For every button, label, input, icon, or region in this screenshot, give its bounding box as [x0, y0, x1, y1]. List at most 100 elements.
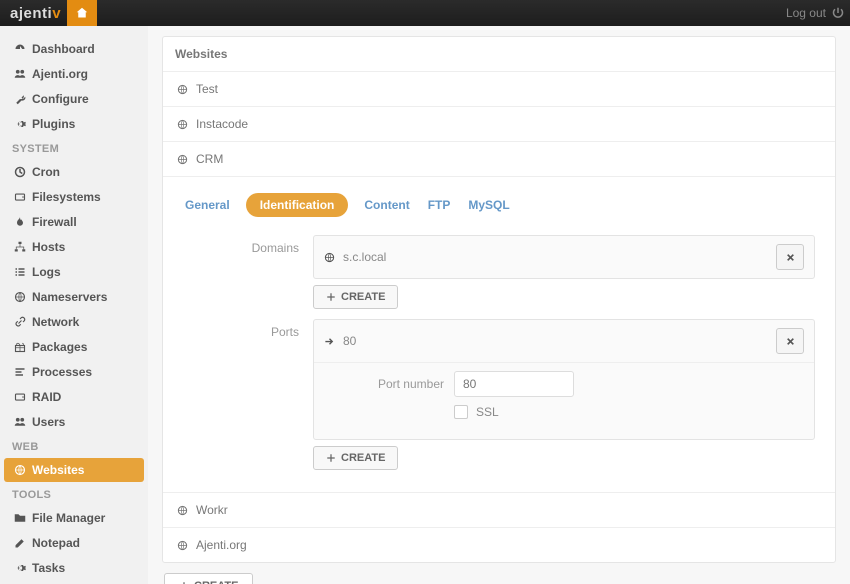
- sidebar-item-tasks[interactable]: Tasks: [4, 556, 144, 580]
- domain-item[interactable]: s.c.local: [314, 236, 814, 278]
- footer-buttons: CREATE: [162, 563, 836, 584]
- site-row[interactable]: Instacode: [163, 107, 835, 142]
- sidebar-item-dashboard[interactable]: Dashboard: [4, 37, 144, 61]
- tab-identification[interactable]: Identification: [246, 193, 349, 217]
- sidebar-item-label: Network: [32, 315, 79, 329]
- delete-domain-button[interactable]: [776, 244, 804, 270]
- sidebar-item-file-manager[interactable]: File Manager: [4, 506, 144, 530]
- globe-icon: [324, 252, 335, 263]
- users-icon: [14, 68, 26, 80]
- port-subform: Port number SSL: [314, 362, 814, 439]
- site-row[interactable]: Workr: [163, 493, 835, 528]
- edit-icon: [14, 537, 26, 549]
- site-name: Instacode: [196, 117, 248, 131]
- fire-icon: [14, 216, 26, 228]
- delete-port-button[interactable]: [776, 328, 804, 354]
- site-row[interactable]: Test: [163, 72, 835, 107]
- sidebar-item-label: Notepad: [32, 536, 80, 550]
- globe-icon: [177, 154, 188, 165]
- sidebar-item-label: Ajenti.org: [32, 67, 88, 81]
- site-name: CRM: [196, 152, 223, 166]
- sidebar-item-notepad[interactable]: Notepad: [4, 531, 144, 555]
- ssl-checkbox[interactable]: SSL: [454, 405, 499, 419]
- sidebar-item-label: Logs: [32, 265, 61, 279]
- home-button[interactable]: [67, 0, 97, 26]
- page-title: Websites: [163, 37, 835, 72]
- port-number-input[interactable]: [454, 371, 574, 397]
- sidebar-item-processes[interactable]: Processes: [4, 360, 144, 384]
- site-row[interactable]: CRM: [163, 142, 835, 177]
- ports-panel: 80 Port number: [313, 319, 815, 440]
- sidebar-item-label: Plugins: [32, 117, 75, 131]
- site-name: Test: [196, 82, 218, 96]
- hdd-icon: [14, 191, 26, 203]
- create-domain-button[interactable]: CREATE: [313, 285, 398, 309]
- sidebar-item-logs[interactable]: Logs: [4, 260, 144, 284]
- sidebar-item-label: Hosts: [32, 240, 65, 254]
- sidebar-item-filesystems[interactable]: Filesystems: [4, 185, 144, 209]
- port-number-label: Port number: [364, 377, 444, 391]
- sidebar-item-network[interactable]: Network: [4, 310, 144, 334]
- domains-panel: s.c.local: [313, 235, 815, 279]
- ssl-label: SSL: [476, 405, 499, 419]
- websites-card: Websites Test Instacode CRM General Iden…: [162, 36, 836, 563]
- sitemap-icon: [14, 241, 26, 253]
- power-icon: [832, 7, 844, 19]
- create-port-button[interactable]: CREATE: [313, 446, 398, 470]
- cog-icon: [14, 118, 26, 130]
- sidebar-item-websites[interactable]: Websites: [4, 458, 144, 482]
- sidebar-item-nameservers[interactable]: Nameservers: [4, 285, 144, 309]
- sidebar-item-packages[interactable]: Packages: [4, 335, 144, 359]
- wrench-icon: [14, 93, 26, 105]
- globe-icon: [177, 540, 188, 551]
- sidebar-item-hosts[interactable]: Hosts: [4, 235, 144, 259]
- create-site-button[interactable]: CREATE: [164, 573, 253, 584]
- site-expanded-panel: General Identification Content FTP MySQL…: [163, 177, 835, 493]
- sidebar-item-label: Packages: [32, 340, 87, 354]
- sidebar-item-label: Users: [32, 415, 65, 429]
- plus-icon: [326, 453, 336, 463]
- globe-icon: [177, 84, 188, 95]
- site-row[interactable]: Ajenti.org: [163, 528, 835, 562]
- sidebar-item-firewall[interactable]: Firewall: [4, 210, 144, 234]
- gauge-icon: [14, 43, 26, 55]
- button-label: CREATE: [341, 291, 385, 303]
- sidebar-item-label: Filesystems: [32, 190, 101, 204]
- sidebar-item-label: File Manager: [32, 511, 105, 525]
- cog-icon: [14, 562, 26, 574]
- globe-icon: [177, 119, 188, 130]
- sidebar-item-label: Cron: [32, 165, 60, 179]
- tab-mysql[interactable]: MySQL: [466, 194, 511, 216]
- sidebar-item-plugins[interactable]: Plugins: [4, 112, 144, 136]
- list-icon: [14, 266, 26, 278]
- tab-content[interactable]: Content: [362, 194, 411, 216]
- close-icon: [786, 253, 795, 262]
- link-icon: [14, 316, 26, 328]
- globe-icon: [177, 505, 188, 516]
- sidebar-item-ajenti-org[interactable]: Ajenti.org: [4, 62, 144, 86]
- gift-icon: [14, 341, 26, 353]
- sidebar-item-label: Processes: [32, 365, 92, 379]
- sidebar-item-cron[interactable]: Cron: [4, 160, 144, 184]
- topbar: ajentiv Log out: [0, 0, 850, 26]
- port-value: 80: [343, 334, 768, 348]
- button-label: CREATE: [194, 580, 238, 584]
- port-item[interactable]: 80: [314, 320, 814, 362]
- arrow-icon: [324, 336, 335, 347]
- sidebar-item-label: Nameservers: [32, 290, 107, 304]
- sidebar-item-configure[interactable]: Configure: [4, 87, 144, 111]
- main-content: Websites Test Instacode CRM General Iden…: [148, 26, 850, 584]
- sidebar-item-raid[interactable]: RAID: [4, 385, 144, 409]
- users-icon: [14, 416, 26, 428]
- checkbox-box: [454, 405, 468, 419]
- domain-value: s.c.local: [343, 250, 768, 264]
- sidebar: Dashboard Ajenti.org Configure Plugins SYSTE…: [0, 26, 148, 584]
- tab-general[interactable]: General: [183, 194, 232, 216]
- brand-logo: ajentiv: [10, 5, 61, 22]
- tab-ftp[interactable]: FTP: [426, 194, 453, 216]
- home-icon: [76, 7, 88, 19]
- logout-link[interactable]: Log out: [786, 6, 844, 20]
- sidebar-item-label: Websites: [32, 463, 84, 477]
- sidebar-section-header: SYSTEM: [4, 137, 144, 159]
- sidebar-item-users[interactable]: Users: [4, 410, 144, 434]
